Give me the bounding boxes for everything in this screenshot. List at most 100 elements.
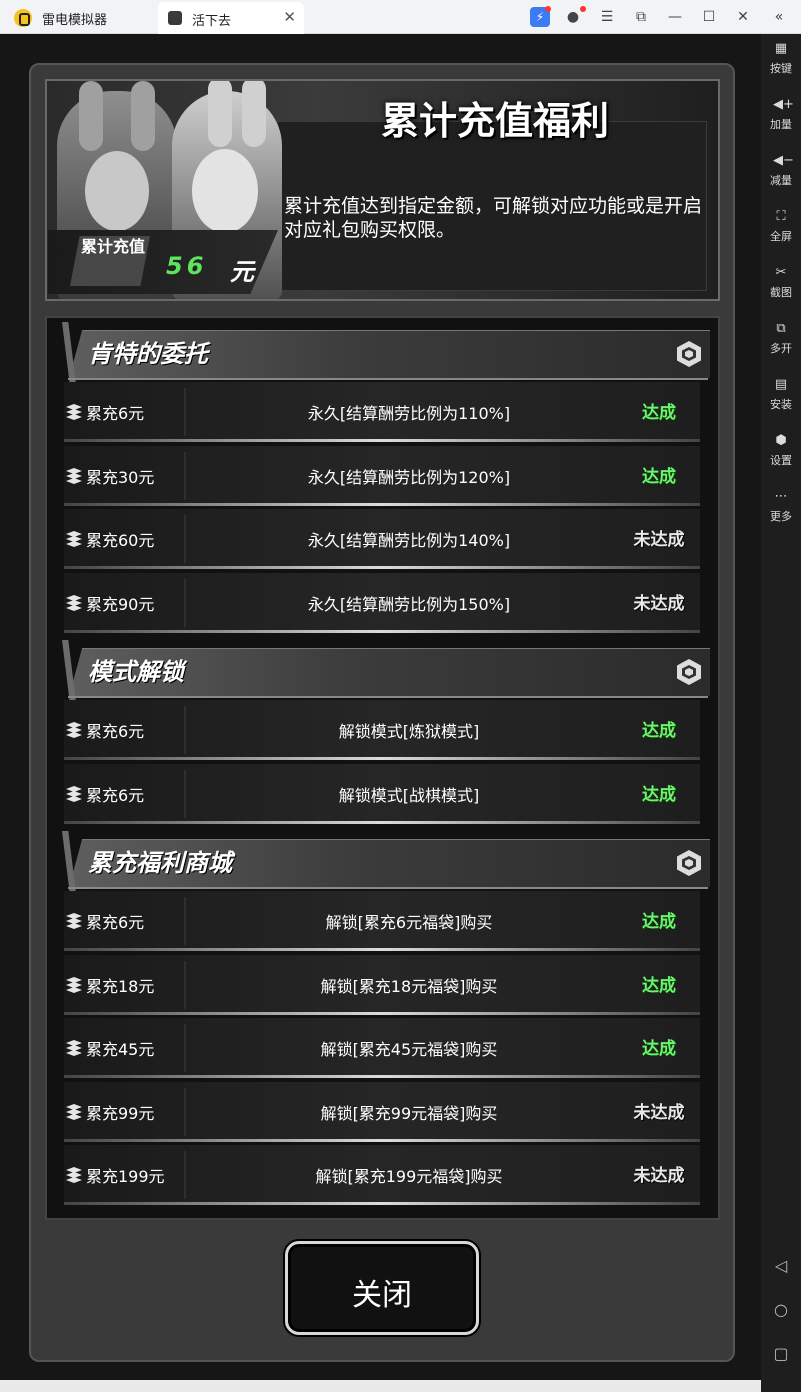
banner-title: 累计充值福利 (380, 99, 609, 143)
row-divider (184, 706, 186, 754)
sidebar-item-label: 更多 (770, 510, 792, 523)
close-button[interactable]: 关闭 (285, 1241, 479, 1335)
emulator-sidebar: ▦ 按键 ◀+ 加量 ◀− 减量 ⛶ 全屏 ✂ 截图 ⧉ 多开 ▤ 安装 ⬢ 设… (761, 34, 801, 1392)
row-underline (64, 566, 700, 569)
collapse-icon[interactable]: « (769, 7, 789, 27)
sidebar-item-multi[interactable]: ⧉ 多开 (761, 322, 801, 356)
bunny-ear (242, 81, 266, 147)
section-divider (68, 887, 708, 889)
section-edge (62, 640, 76, 702)
section-title: 累充福利商城 (88, 849, 232, 877)
row-condition: 累充99元 (86, 1104, 155, 1123)
stack-icon (66, 977, 82, 993)
stack-icon (66, 531, 82, 547)
tab-game[interactable]: 活下去 ✕ (158, 2, 304, 34)
notification-dot (545, 6, 551, 12)
sidebar-item-label: 全屏 (770, 230, 792, 243)
fullscreen-icon: ⛶ (776, 209, 786, 224)
tab-close-icon[interactable]: ✕ (283, 8, 296, 26)
section-edge (62, 831, 76, 893)
row-reward: 永久[结算酬劳比例为150%] (307, 595, 511, 614)
reward-row: 累充45元 解锁[累充45元福袋]购买 达成 (64, 1018, 700, 1078)
reward-row: 累充6元 解锁模式[炼狱模式] 达成 (64, 700, 700, 760)
row-reward: 解锁[累充199元福袋]购买 (315, 1167, 503, 1186)
sidebar-item-label: 多开 (770, 342, 792, 355)
row-divider (184, 897, 186, 945)
row-reward: 解锁[累充18元福袋]购买 (320, 977, 498, 996)
row-reward: 解锁[累充45元福袋]购买 (320, 1040, 498, 1059)
minimize-icon[interactable]: — (665, 7, 685, 27)
apk-icon: ▤ (774, 377, 788, 392)
menu-icon[interactable]: ☰ (597, 7, 617, 27)
stack-icon (66, 595, 82, 611)
banner-description: 累计充值达到指定金额，可解锁对应功能或是开启对应礼包购买权限。 (284, 195, 703, 241)
row-divider (184, 961, 186, 1009)
gear-icon: ⬢ (775, 433, 787, 448)
row-reward: 解锁模式[战棋模式] (338, 786, 480, 805)
sidebar-item-label: 安装 (770, 398, 792, 411)
row-condition: 累充45元 (86, 1040, 155, 1059)
row-condition: 累充6元 (86, 722, 145, 741)
character-face (85, 151, 149, 231)
sidebar-item-volume-up[interactable]: ◀+ 加量 (761, 98, 801, 132)
row-divider (184, 452, 186, 500)
row-underline (64, 630, 700, 633)
reward-row: 累充99元 解锁[累充99元福袋]购买 未达成 (64, 1082, 700, 1142)
sidebar-item-fullscreen[interactable]: ⛶ 全屏 (761, 210, 801, 244)
row-condition: 累充6元 (86, 913, 145, 932)
maximize-icon[interactable]: ☐ (699, 7, 719, 27)
stack-icon (66, 404, 82, 420)
bunny-ear (208, 81, 232, 147)
stack-icon (66, 786, 82, 802)
section-divider (68, 378, 708, 380)
row-status: 未达成 (633, 530, 685, 550)
section-header-kent: 肯特的委托 (56, 322, 712, 384)
reward-row: 累充6元 解锁模式[战棋模式] 达成 (64, 764, 700, 824)
row-divider (184, 388, 186, 436)
sidebar-item-label: 减量 (770, 174, 792, 187)
sidebar-item-label: 按键 (770, 62, 792, 75)
section-header-welfare-shop: 累充福利商城 (56, 831, 712, 893)
row-status: 未达成 (633, 1103, 685, 1123)
section-divider (68, 696, 708, 698)
row-divider (184, 1088, 186, 1136)
row-condition: 累充30元 (86, 468, 155, 487)
more-icon: ⋯ (774, 489, 788, 504)
home-icon[interactable]: ○ (761, 1300, 801, 1319)
reward-row: 累充60元 永久[结算酬劳比例为140%] 未达成 (64, 509, 700, 569)
row-condition: 累充18元 (86, 977, 155, 996)
row-status: 未达成 (633, 594, 685, 614)
character-face (192, 149, 258, 233)
reward-row: 累充6元 永久[结算酬劳比例为110%] 达成 (64, 382, 700, 442)
row-reward: 永久[结算酬劳比例为120%] (307, 468, 511, 487)
back-icon[interactable]: ◁ (761, 1256, 801, 1275)
section-header-mode-unlock: 模式解锁 (56, 640, 712, 702)
row-reward: 解锁[累充99元福袋]购买 (320, 1104, 498, 1123)
stack-icon (66, 1040, 82, 1056)
row-divider (184, 770, 186, 818)
recents-icon[interactable]: ▢ (761, 1344, 801, 1363)
sidebar-item-install[interactable]: ▤ 安装 (761, 378, 801, 412)
total-recharge-label: 累计充值 (80, 237, 145, 256)
row-condition: 累充90元 (86, 595, 155, 614)
row-reward: 解锁模式[炼狱模式] (338, 722, 480, 741)
popout-icon[interactable]: ⧉ (631, 7, 651, 27)
row-condition: 累充6元 (86, 786, 145, 805)
sidebar-item-screenshot[interactable]: ✂ 截图 (761, 266, 801, 300)
taskbar-strip (0, 1380, 761, 1392)
row-underline (64, 1012, 700, 1015)
sidebar-item-volume-down[interactable]: ◀− 减量 (761, 154, 801, 188)
row-status: 达成 (642, 467, 676, 487)
stack-icon (66, 1167, 82, 1183)
row-reward: 永久[结算酬劳比例为110%] (307, 404, 511, 423)
row-condition: 累充6元 (86, 404, 145, 423)
close-icon[interactable]: ✕ (733, 7, 753, 27)
row-underline (64, 948, 700, 951)
sidebar-item-keymap[interactable]: ▦ 按键 (761, 42, 801, 76)
sidebar-item-more[interactable]: ⋯ 更多 (761, 490, 801, 524)
sidebar-item-settings[interactable]: ⬢ 设置 (761, 434, 801, 468)
keyboard-icon: ▦ (774, 41, 788, 56)
stack-icon (66, 1104, 82, 1120)
app-name: 雷电模拟器 (42, 13, 108, 28)
row-condition: 累充199元 (86, 1167, 165, 1186)
